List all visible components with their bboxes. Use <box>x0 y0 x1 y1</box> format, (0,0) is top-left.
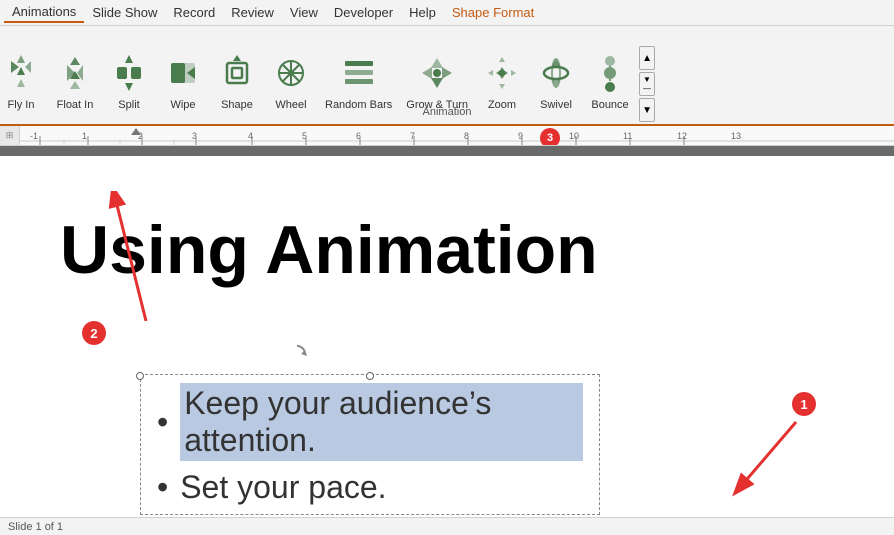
bullet-item-2: • Set your pace. <box>157 469 583 506</box>
annotation-1: 1 <box>792 392 816 416</box>
menu-view[interactable]: View <box>282 3 326 22</box>
annotation-circle-2: 2 <box>82 321 106 345</box>
text-box[interactable]: • Keep your audience’s attention. • Set … <box>140 374 600 515</box>
ribbon: Fly In Float In <box>0 26 894 126</box>
zoom-icon <box>482 49 522 97</box>
menu-slideshow[interactable]: Slide Show <box>84 3 165 22</box>
svg-text:11: 11 <box>623 131 632 141</box>
menu-help[interactable]: Help <box>401 3 444 22</box>
bounce-icon <box>590 49 630 97</box>
rotate-handle[interactable] <box>287 344 307 369</box>
scroll-more-button[interactable]: ▼— <box>639 72 655 96</box>
menu-shape-format[interactable]: Shape Format <box>444 3 542 22</box>
split-icon <box>109 49 149 97</box>
ruler-horizontal: -1 1 2 3 4 5 6 7 8 9 10 11 12 13 <box>20 126 894 146</box>
scroll-up-button[interactable]: ▲ <box>639 46 655 70</box>
menu-review[interactable]: Review <box>223 3 282 22</box>
swivel-icon <box>536 49 576 97</box>
slide-area: Using Animation • Keep your audience’s a… <box>0 146 894 517</box>
fly-in-icon <box>1 49 41 97</box>
bullet-text-1-highlighted: Keep your audience’s attention. <box>180 383 583 461</box>
svg-text:12: 12 <box>677 131 687 141</box>
svg-text:-1: -1 <box>30 131 38 141</box>
annotation-3-ruler: 3 <box>540 128 560 146</box>
bullet-dot-2: • <box>157 469 168 506</box>
menu-bar: Animations Slide Show Record Review View… <box>0 0 894 26</box>
slide-info: Slide 1 of 1 <box>8 521 63 533</box>
selection-handle-tl[interactable] <box>136 372 144 380</box>
ruler-corner: ⊞ <box>0 126 20 146</box>
bullet-text-2: Set your pace. <box>180 469 386 506</box>
svg-text:1: 1 <box>82 131 87 141</box>
float-in-icon <box>55 49 95 97</box>
random-bars-icon <box>339 49 379 97</box>
bullet-item-1: • Keep your audience’s attention. <box>157 383 583 461</box>
bullet-dot-1: • <box>157 404 168 441</box>
wipe-icon <box>163 49 203 97</box>
status-bar: Slide 1 of 1 <box>0 517 894 535</box>
selection-handle-tm[interactable] <box>366 372 374 380</box>
annotation-2: 2 <box>82 321 106 345</box>
svg-text:13: 13 <box>731 131 741 141</box>
menu-animations[interactable]: Animations <box>4 2 84 23</box>
ribbon-group-label: Animation <box>423 106 472 118</box>
shape-icon <box>217 49 257 97</box>
grow-turn-icon <box>417 49 457 97</box>
menu-developer[interactable]: Developer <box>326 3 401 22</box>
wheel-icon <box>271 49 311 97</box>
menu-record[interactable]: Record <box>165 3 223 22</box>
ruler: ⊞ -1 1 2 3 4 5 6 7 8 9 10 11 12 13 <box>0 126 894 146</box>
svg-text:10: 10 <box>569 131 579 141</box>
